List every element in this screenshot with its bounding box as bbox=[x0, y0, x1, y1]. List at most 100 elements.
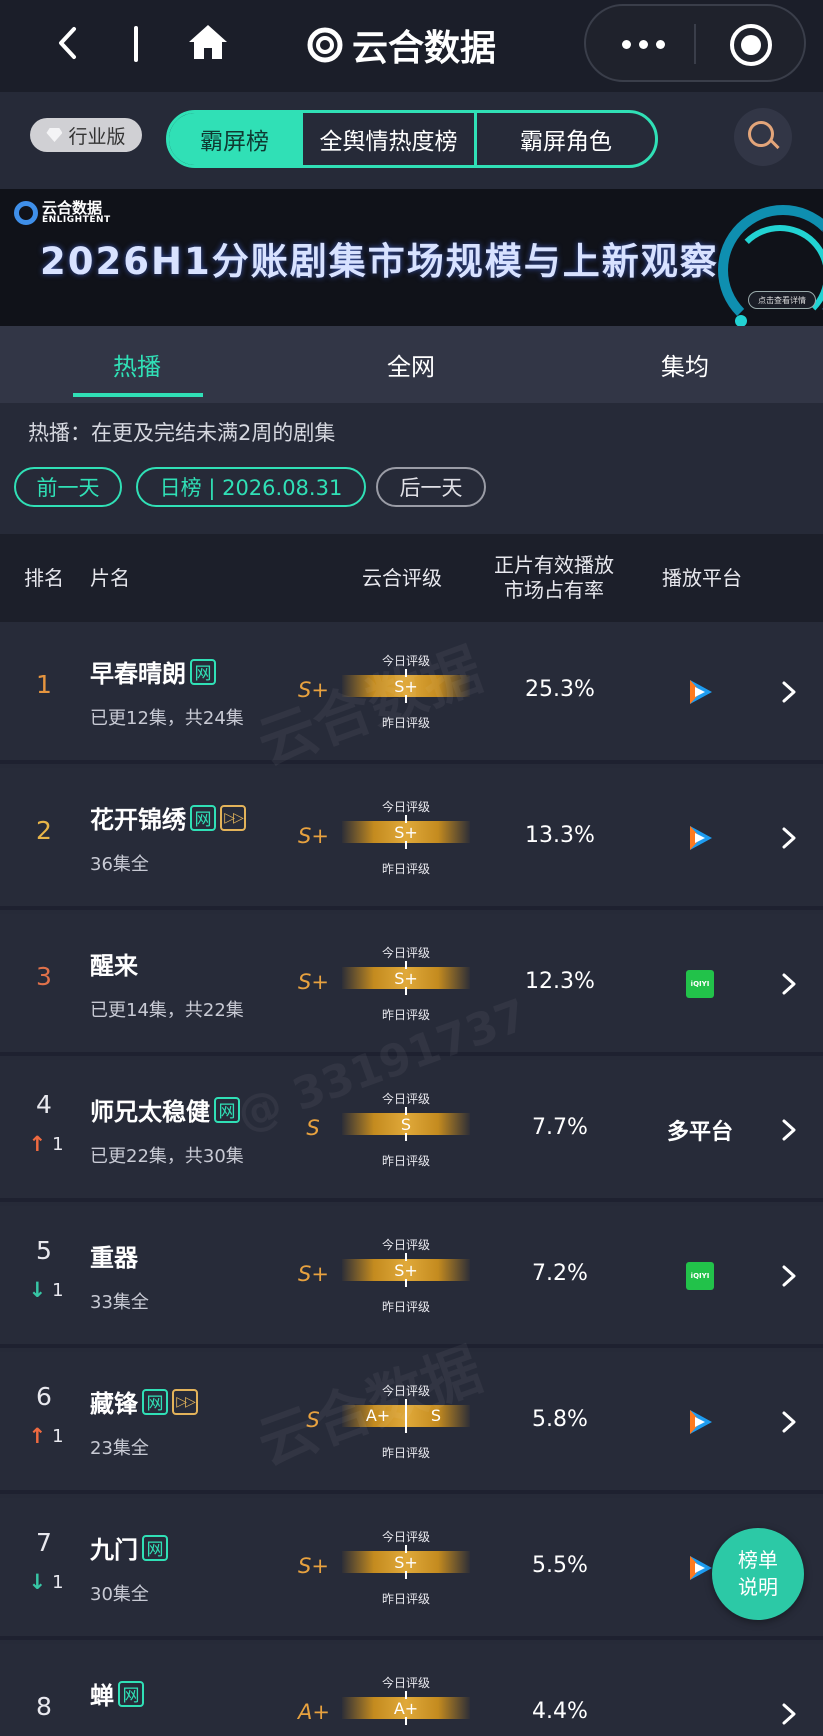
rank-change: ↑ 1 bbox=[24, 1132, 68, 1156]
yesterday-grade-label: 昨日评级 bbox=[381, 716, 430, 730]
grade-bar-value: S+ bbox=[394, 822, 418, 842]
next-day-button[interactable]: 后一天 bbox=[376, 467, 486, 507]
banner-decoration-dot bbox=[735, 315, 747, 326]
tencent-video-icon bbox=[690, 1556, 712, 1580]
app-title: 云合数据 bbox=[306, 22, 497, 69]
chevron-right-icon[interactable] bbox=[780, 680, 798, 704]
rank-up-icon: ↑ bbox=[28, 1424, 47, 1448]
prev-day-button[interactable]: 前一天 bbox=[14, 467, 122, 507]
banner-logo-icon bbox=[14, 201, 38, 225]
rank-up-icon: ↑ bbox=[28, 1132, 47, 1156]
banner-title: 2026H1分账剧集市场规模与上新观察 bbox=[40, 240, 719, 283]
header-name: 片名 bbox=[90, 565, 130, 590]
yunhe-grade: S+ bbox=[298, 678, 329, 702]
platform-text: 多平台 bbox=[666, 1120, 733, 1145]
table-row[interactable]: 5 ↓ 1 重器 33集全 S+ 今日评级 S+ 昨日评级 7.2% iQIYI bbox=[0, 1206, 823, 1348]
market-share: 7.7% bbox=[532, 1115, 588, 1140]
chart-explanation-button[interactable]: 榜单 说明 bbox=[712, 1528, 804, 1620]
today-grade-label: 今日评级 bbox=[381, 1530, 430, 1544]
yunhe-grade: S+ bbox=[298, 970, 329, 994]
promo-banner[interactable]: 云合数据 ENLIGHTENT 2026H1分账剧集市场规模与上新观察 点击查看… bbox=[0, 189, 823, 326]
tab-dominant-roles[interactable]: 霸屏角色 bbox=[477, 113, 655, 165]
grade-bar: S+ bbox=[342, 1545, 470, 1579]
episode-status: 33集全 bbox=[90, 1292, 149, 1313]
market-share: 12.3% bbox=[525, 969, 595, 994]
chevron-right-icon[interactable] bbox=[780, 1118, 798, 1142]
drama-title: 早春晴朗网 bbox=[90, 654, 216, 689]
grade-bar: S+ bbox=[342, 961, 470, 995]
web-drama-tag: 网 bbox=[190, 804, 216, 831]
yesterday-grade-label: 昨日评级 bbox=[381, 1008, 430, 1022]
grade-bar-value: A+ bbox=[393, 1698, 419, 1718]
drama-title: 醒来 bbox=[90, 946, 138, 981]
banner-logo-cn: 云合数据 bbox=[42, 199, 103, 217]
market-share: 5.8% bbox=[532, 1407, 588, 1432]
banner-decoration-inner bbox=[730, 225, 823, 325]
home-icon[interactable] bbox=[186, 22, 230, 62]
chevron-right-icon[interactable] bbox=[780, 826, 798, 850]
rank-change-count: 1 bbox=[52, 1571, 64, 1593]
table-header: 排名 片名 云合评级 正片有效播放 市场占有率 播放平台 bbox=[0, 534, 823, 622]
chevron-right-icon[interactable] bbox=[780, 1264, 798, 1288]
header-platform: 播放平台 bbox=[662, 565, 742, 590]
fab-line-2: 说明 bbox=[738, 1575, 778, 1599]
episode-status: 23集全 bbox=[90, 1438, 149, 1459]
table-row[interactable]: 2 花开锦绣网 ▷▷ 36集全 S+ 今日评级 S+ 昨日评级 13.3% bbox=[0, 768, 823, 910]
table-row[interactable]: 1 早春晴朗网已更12集，共24集 S+ 今日评级 S+ 昨日评级 25.3% bbox=[0, 622, 823, 764]
banner-logo: 云合数据 ENLIGHTENT bbox=[14, 201, 111, 225]
date-picker-button[interactable]: 日榜 | 2026.08.31 bbox=[136, 467, 366, 507]
tab-public-opinion-chart[interactable]: 全舆情热度榜 bbox=[303, 113, 477, 165]
tab-dominance-chart[interactable]: 霸屏榜 bbox=[169, 113, 303, 165]
grade-bar-value: S bbox=[400, 1114, 412, 1134]
yesterday-grade-label: 昨日评级 bbox=[381, 1154, 430, 1168]
iqiyi-icon: iQIYI bbox=[686, 970, 714, 998]
episode-status: 已更12集，共24集 bbox=[90, 708, 244, 729]
app-title-text: 云合数据 bbox=[352, 28, 497, 69]
drama-title: 藏锋网 ▷▷ bbox=[90, 1384, 198, 1419]
yunhe-grade: S bbox=[306, 1116, 320, 1140]
chart-description: 热播：在更及完结未满2周的剧集 bbox=[28, 421, 336, 445]
web-drama-tag: 网 bbox=[142, 1534, 168, 1561]
web-drama-tag: 网 bbox=[118, 1680, 144, 1707]
sub-tabs: 热播 全网 集均 bbox=[0, 326, 823, 403]
diamond-icon bbox=[46, 128, 63, 142]
banner-cta-button[interactable]: 点击查看详情 bbox=[748, 291, 816, 309]
today-grade-label: 今日评级 bbox=[381, 654, 430, 668]
table-row[interactable]: 6 ↑ 1 藏锋网 ▷▷ 23集全 S 今日评级 A+ S 昨日评级 5.8% bbox=[0, 1352, 823, 1494]
edition-badge[interactable]: 行业版 bbox=[30, 118, 142, 152]
drama-name: 醒来 bbox=[90, 952, 138, 980]
chevron-right-icon[interactable] bbox=[780, 1702, 798, 1726]
header-share: 正片有效播放 市场占有率 bbox=[494, 553, 614, 602]
platform-tencent bbox=[660, 818, 740, 858]
tab-all-network[interactable]: 全网 bbox=[274, 326, 548, 403]
tencent-video-icon bbox=[690, 1410, 712, 1434]
table-row[interactable]: 7 ↓ 1 九门网 30集全 S+ 今日评级 S+ 昨日评级 5.5% bbox=[0, 1498, 823, 1640]
chevron-right-icon[interactable] bbox=[780, 972, 798, 996]
date-navigation: 前一天 日榜 | 2026.08.31 后一天 bbox=[0, 461, 823, 523]
rank-down-icon: ↓ bbox=[28, 1278, 47, 1302]
chevron-right-icon[interactable] bbox=[780, 1410, 798, 1434]
market-share: 7.2% bbox=[532, 1261, 588, 1286]
search-icon[interactable] bbox=[734, 108, 792, 166]
back-icon[interactable] bbox=[52, 26, 86, 60]
platform-iqiyi: iQIYI bbox=[660, 964, 740, 1004]
tab-airing[interactable]: 热播 bbox=[0, 326, 274, 403]
table-row[interactable]: 8蝉网A+今日评级A+昨日评级4.4% bbox=[0, 1644, 823, 1736]
grade-comparison: 今日评级 S+ 昨日评级 bbox=[342, 944, 470, 1026]
rank-down-icon: ↓ bbox=[28, 1570, 47, 1594]
close-program-icon[interactable] bbox=[730, 24, 772, 66]
market-share: 4.4% bbox=[532, 1699, 588, 1724]
tab-per-episode[interactable]: 集均 bbox=[548, 326, 822, 403]
table-row[interactable]: 3 醒来 已更14集，共22集 S+ 今日评级 S+ 昨日评级 12.3% iQIYI bbox=[0, 914, 823, 1056]
grade-bar-value: S+ bbox=[394, 676, 418, 696]
yesterday-grade-value: A+ bbox=[365, 1406, 391, 1425]
today-grade-label: 今日评级 bbox=[381, 946, 430, 960]
rank-change-count: 1 bbox=[52, 1133, 64, 1155]
platform-tencent bbox=[660, 672, 740, 712]
header-rank: 排名 bbox=[24, 565, 64, 590]
episode-status: 已更14集，共22集 bbox=[90, 1000, 244, 1021]
more-icon[interactable] bbox=[622, 34, 672, 54]
table-row[interactable]: 4 ↑ 1 师兄太稳健网已更22集，共30集 S 今日评级 S 昨日评级 7.7% 多平台 bbox=[0, 1060, 823, 1202]
grade-bar-value: S+ bbox=[394, 1552, 418, 1572]
market-share: 5.5% bbox=[532, 1553, 588, 1578]
